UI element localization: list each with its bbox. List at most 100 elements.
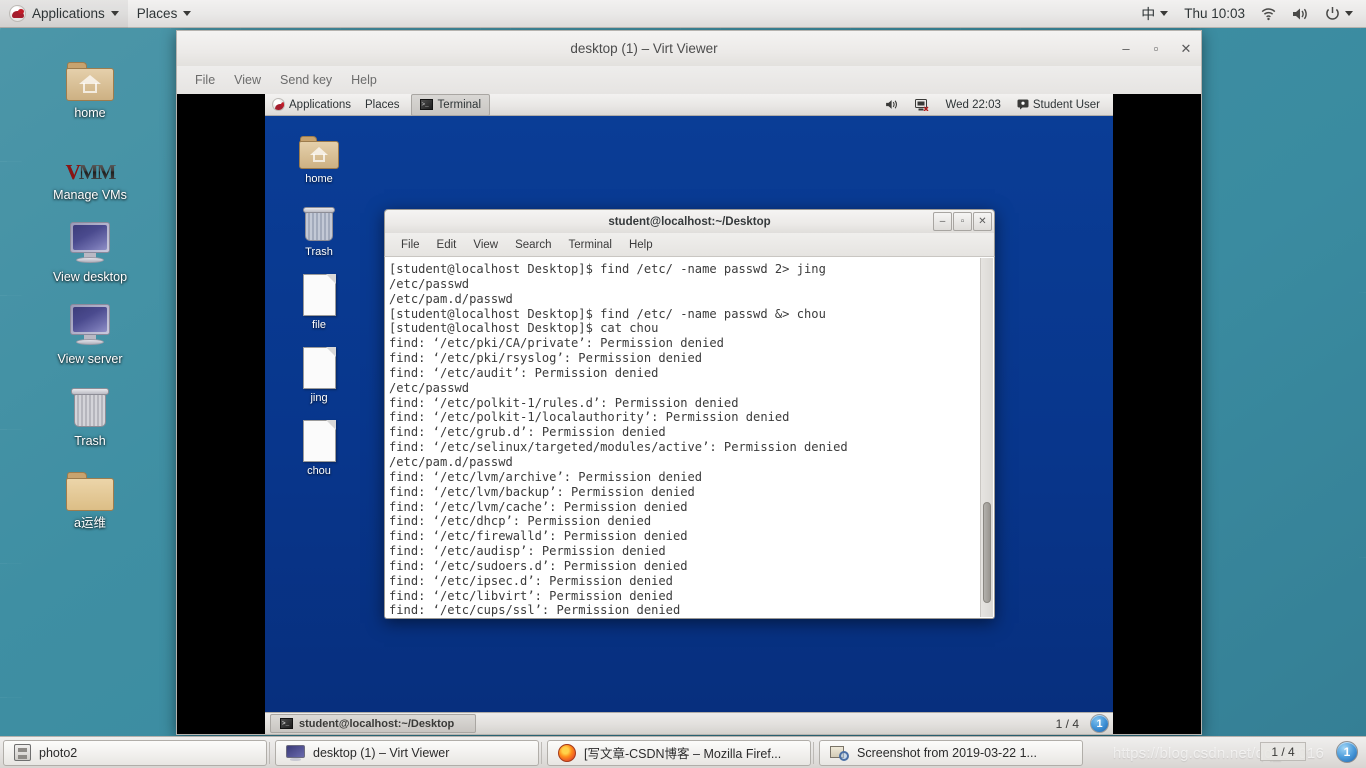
desktop-icon-manage-vms[interactable]: VMM Manage VMs bbox=[40, 134, 140, 203]
terminal-scrollbar-thumb[interactable] bbox=[983, 502, 991, 603]
guest-window-task-terminal[interactable]: >_ Terminal bbox=[410, 94, 491, 116]
folder-home-icon bbox=[40, 52, 140, 102]
terminal-title: student@localhost:~/Desktop bbox=[608, 215, 771, 228]
close-button[interactable]: ✕ bbox=[1171, 34, 1201, 64]
document-icon bbox=[287, 343, 351, 389]
taskbar-item-photo2[interactable]: photo2 bbox=[3, 739, 267, 766]
host-workspace-current[interactable]: 1 bbox=[1336, 741, 1358, 763]
applications-menu[interactable]: Applications bbox=[0, 0, 128, 28]
guest-clock-label: Wed 22:03 bbox=[945, 98, 1001, 111]
power-icon bbox=[1326, 7, 1339, 20]
guest-screen: Applications Places >_ Terminal Wed 22:0… bbox=[265, 94, 1113, 734]
screen-root: Applications Places 中 Thu 10:03 home V M… bbox=[0, 0, 1366, 768]
desktop-icon-trash[interactable]: Trash bbox=[40, 380, 140, 448]
guest-places-menu[interactable]: Places bbox=[358, 94, 407, 116]
menu-view[interactable]: View bbox=[226, 70, 269, 90]
guest-workspace-current[interactable]: 1 bbox=[1090, 714, 1109, 733]
desktop-icon-a-yunwei[interactable]: a运维 bbox=[40, 462, 140, 530]
desktop-icon-label: home bbox=[74, 106, 106, 120]
taskbar-item-virt-viewer[interactable]: desktop (1) – Virt Viewer bbox=[275, 739, 539, 766]
chevron-down-icon bbox=[110, 11, 119, 16]
document-icon bbox=[287, 416, 351, 462]
guest-user-menu[interactable]: Student User bbox=[1010, 94, 1107, 116]
virt-viewer-title: desktop (1) – Virt Viewer bbox=[570, 41, 718, 56]
guest-applications-menu[interactable]: Applications bbox=[265, 94, 358, 116]
terminal-minimize-button[interactable]: – bbox=[933, 212, 952, 231]
virt-viewer-window: desktop (1) – Virt Viewer – ▫ ✕ File Vie… bbox=[176, 30, 1202, 735]
taskbar-separator bbox=[813, 741, 814, 764]
terminal-menu-search[interactable]: Search bbox=[507, 237, 559, 253]
guest-applications-label: Applications bbox=[289, 98, 352, 111]
taskbar-separator bbox=[541, 741, 542, 764]
guest-workspace-switcher[interactable]: 1 / 4 1 bbox=[1052, 713, 1113, 735]
terminal-menu-file[interactable]: File bbox=[393, 237, 428, 253]
guest-volume-indicator[interactable] bbox=[878, 94, 906, 116]
desktop-icon-home[interactable]: home bbox=[40, 52, 140, 120]
host-taskbar: photo2 desktop (1) – Virt Viewer [写文章-CS… bbox=[0, 736, 1366, 768]
guest-icon-label: file bbox=[311, 319, 327, 331]
host-clock-label: Thu 10:03 bbox=[1184, 6, 1245, 21]
terminal-body[interactable]: [student@localhost Desktop]$ find /etc/ … bbox=[384, 257, 995, 619]
taskbar-item-screenshot[interactable]: Screenshot from 2019-03-22 1... bbox=[819, 739, 1083, 766]
desktop-icon-label: View server bbox=[57, 352, 123, 366]
guest-icon-chou[interactable]: chou bbox=[287, 416, 351, 477]
desktop-icon-view-desktop[interactable]: View desktop bbox=[40, 216, 140, 284]
taskbar-separator bbox=[269, 741, 270, 764]
terminal-menu-view[interactable]: View bbox=[465, 237, 506, 253]
power-menu[interactable] bbox=[1318, 0, 1360, 28]
guest-network-indicator[interactable] bbox=[908, 94, 936, 116]
minimize-button[interactable]: – bbox=[1111, 34, 1141, 64]
user-icon bbox=[1017, 99, 1029, 110]
guest-icon-file[interactable]: file bbox=[287, 270, 351, 331]
guest-desktop-icons: home Trash file jing chou bbox=[287, 124, 351, 489]
chevron-down-icon bbox=[183, 11, 192, 16]
menu-send-key[interactable]: Send key bbox=[272, 70, 340, 90]
redhat-logo-icon bbox=[272, 98, 285, 111]
menu-file[interactable]: File bbox=[187, 70, 223, 90]
host-clock[interactable]: Thu 10:03 bbox=[1177, 0, 1252, 28]
guest-icon-jing[interactable]: jing bbox=[287, 343, 351, 404]
terminal-maximize-button[interactable]: ▫ bbox=[953, 212, 972, 231]
host-workspace-count[interactable]: 1 / 4 bbox=[1260, 742, 1306, 761]
terminal-close-button[interactable]: ✕ bbox=[973, 212, 992, 231]
guest-system-tray: Wed 22:03 Student User bbox=[878, 94, 1113, 116]
host-top-panel: Applications Places 中 Thu 10:03 bbox=[0, 0, 1366, 28]
guest-places-label: Places bbox=[365, 98, 400, 111]
maximize-button[interactable]: ▫ bbox=[1141, 34, 1171, 64]
terminal-titlebar[interactable]: student@localhost:~/Desktop – ▫ ✕ bbox=[384, 209, 995, 233]
terminal-menu-help[interactable]: Help bbox=[621, 237, 661, 253]
input-method-indicator[interactable]: 中 bbox=[1134, 0, 1175, 28]
terminal-menu-terminal[interactable]: Terminal bbox=[561, 237, 620, 253]
desktop-icon-label: Trash bbox=[74, 434, 106, 448]
applications-menu-label: Applications bbox=[32, 6, 105, 21]
desktop-icon-view-server[interactable]: View server bbox=[40, 298, 140, 366]
wifi-indicator[interactable] bbox=[1254, 0, 1283, 28]
menu-help[interactable]: Help bbox=[343, 70, 385, 90]
taskbar-item-label: desktop (1) – Virt Viewer bbox=[313, 745, 450, 760]
terminal-icon: >_ bbox=[419, 99, 433, 110]
guest-icon-trash[interactable]: Trash bbox=[287, 197, 351, 258]
chevron-down-icon bbox=[1160, 11, 1169, 16]
vmm-logo-icon: VMM bbox=[65, 159, 115, 184]
volume-indicator[interactable] bbox=[1285, 0, 1316, 28]
guest-taskbar-item-label: student@localhost:~/Desktop bbox=[299, 717, 455, 730]
guest-icon-label: jing bbox=[310, 392, 328, 404]
guest-user-label: Student User bbox=[1032, 98, 1100, 111]
guest-icon-label: home bbox=[305, 173, 333, 185]
guest-icon-home[interactable]: home bbox=[287, 124, 351, 185]
guest-taskbar-item-terminal[interactable]: >_ student@localhost:~/Desktop bbox=[270, 714, 476, 733]
terminal-menu-edit[interactable]: Edit bbox=[429, 237, 465, 253]
guest-icon-label: chou bbox=[307, 465, 331, 477]
wifi-icon bbox=[1261, 7, 1276, 20]
taskbar-item-label: photo2 bbox=[39, 745, 78, 760]
taskbar-item-firefox[interactable]: [写文章-CSDN博客 – Mozilla Firef... bbox=[547, 739, 811, 766]
redhat-logo-icon bbox=[9, 5, 26, 22]
terminal-menubar: File Edit View Search Terminal Help bbox=[384, 233, 995, 257]
terminal-scrollbar[interactable] bbox=[980, 258, 993, 617]
virt-viewer-titlebar[interactable]: desktop (1) – Virt Viewer – ▫ ✕ bbox=[176, 30, 1202, 66]
terminal-output: [student@localhost Desktop]$ find /etc/ … bbox=[389, 262, 848, 618]
trash-icon bbox=[40, 380, 140, 430]
places-menu[interactable]: Places bbox=[128, 0, 201, 28]
guest-clock[interactable]: Wed 22:03 bbox=[938, 94, 1007, 116]
folder-home-icon bbox=[287, 124, 351, 170]
